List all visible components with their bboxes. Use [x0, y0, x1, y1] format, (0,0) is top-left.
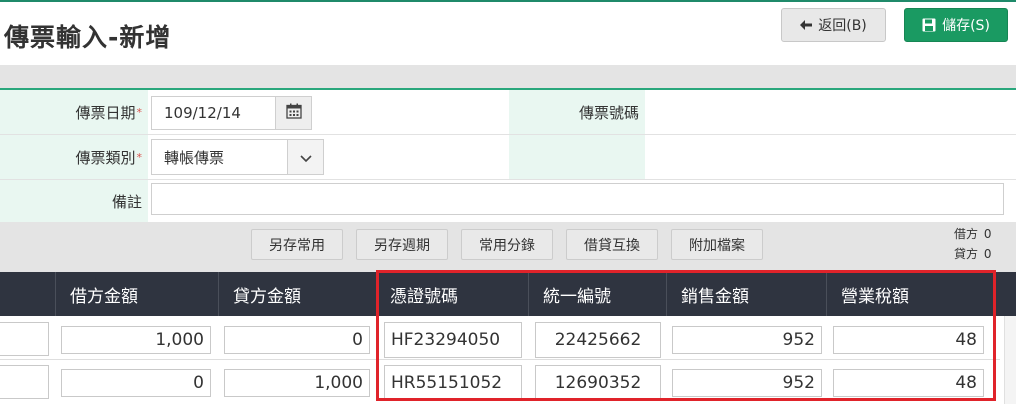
- date-field[interactable]: 109/12/14: [151, 96, 276, 130]
- save-button[interactable]: 儲存(S): [904, 8, 1008, 42]
- form-divider: [0, 134, 1016, 135]
- date-label-text: 傳票日期: [75, 103, 136, 122]
- top-accent-line: [0, 0, 1016, 2]
- credit-balance-label: 貸方: [954, 247, 979, 261]
- common-entries-label: 常用分錄: [479, 237, 535, 254]
- highlight-box: [376, 270, 996, 401]
- chevron-down-icon: [299, 148, 312, 167]
- page-title: 傳票輸入-新增: [4, 23, 172, 52]
- type-label: 傳票類別 *: [0, 135, 148, 179]
- voucher-number-label-cont: [509, 135, 645, 179]
- back-button-label: 返回(B): [818, 18, 867, 34]
- arrow-left-icon: [800, 20, 813, 30]
- voucher-type-value: 轉帳傳票: [164, 148, 225, 167]
- credit-balance-value: 0: [983, 247, 992, 261]
- common-entries-button[interactable]: 常用分錄: [461, 229, 553, 260]
- required-marker: *: [136, 105, 143, 119]
- header-credit-amount: 貸方金額: [218, 272, 376, 316]
- date-field-value: 109/12/14: [164, 104, 241, 122]
- voucher-type-dropdown[interactable]: [287, 139, 324, 175]
- back-button[interactable]: 返回(B): [781, 8, 886, 42]
- row-lead-cell[interactable]: [0, 365, 49, 399]
- floppy-disk-icon: [922, 18, 936, 32]
- save-button-label: 儲存(S): [942, 18, 990, 34]
- calendar-button[interactable]: [275, 96, 312, 130]
- save-as-periodic-label: 另存週期: [374, 237, 430, 254]
- date-label: 傳票日期 *: [0, 90, 148, 134]
- voucher-type-select[interactable]: 轉帳傳票: [151, 139, 288, 175]
- remark-label: 備註: [0, 180, 148, 222]
- save-as-common-label: 另存常用: [269, 237, 325, 254]
- save-as-common-button[interactable]: 另存常用: [251, 229, 343, 260]
- calendar-icon: [285, 103, 302, 123]
- debit-amount-input[interactable]: 1,000: [61, 326, 211, 354]
- header-debit-amount: 借方金額: [55, 272, 218, 316]
- type-label-text: 傳票類別: [75, 148, 136, 167]
- debit-balance: 借方 0: [954, 225, 991, 242]
- swap-debit-credit-label: 借貸互換: [584, 237, 640, 254]
- remark-field[interactable]: [151, 183, 1004, 215]
- credit-amount-input[interactable]: 0: [224, 326, 370, 354]
- form-divider: [0, 179, 1016, 180]
- voucher-number-label: 傳票號碼: [509, 90, 645, 134]
- save-as-periodic-button[interactable]: 另存週期: [356, 229, 448, 260]
- row-lead-cell[interactable]: [0, 322, 49, 356]
- attach-file-label: 附加檔案: [689, 237, 745, 254]
- debit-balance-label: 借方: [954, 227, 979, 241]
- credit-balance: 貸方 0: [954, 245, 991, 262]
- debit-balance-value: 0: [983, 227, 992, 241]
- attach-file-button[interactable]: 附加檔案: [671, 229, 763, 260]
- swap-debit-credit-button[interactable]: 借貸互換: [566, 229, 658, 260]
- remark-label-text: 備註: [111, 192, 142, 211]
- credit-amount-input[interactable]: 1,000: [224, 369, 370, 397]
- voucher-form: 傳票日期 * 109/12/14 傳票號碼 傳票類別 * 轉帳傳票 備註: [0, 88, 1016, 222]
- voucher-number-label-text: 傳票號碼: [578, 103, 639, 122]
- vertical-scrollbar[interactable]: [1004, 316, 1016, 404]
- debit-amount-input[interactable]: 0: [61, 369, 211, 397]
- required-marker: *: [136, 150, 143, 164]
